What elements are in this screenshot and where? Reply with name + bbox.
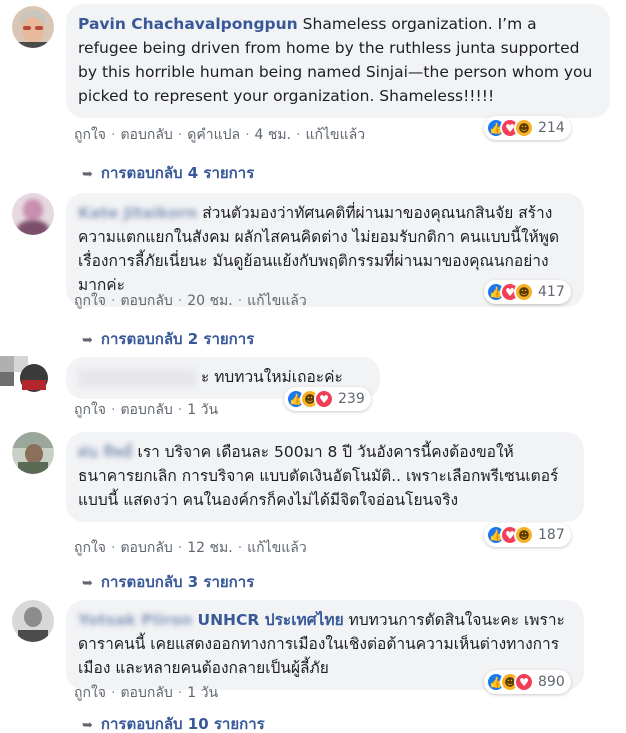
reply-link[interactable]: ตอบกลับ xyxy=(120,293,172,309)
comment-actions: ถูกใจ · ตอบกลับ · 12 ชม. · แก้ไขแล้ว xyxy=(74,540,307,556)
reaction-summary[interactable]: 👍 ♥ ☻ 417 xyxy=(484,280,571,304)
comment-actions: ถูกใจ · ตอบกลับ · ดูคำแปล · 4 ชม. · แก้ไขแล้ว xyxy=(74,127,366,143)
like-link[interactable]: ถูกใจ xyxy=(74,293,106,309)
timestamp[interactable]: 4 ชม. xyxy=(255,127,292,143)
like-link[interactable]: ถูกใจ xyxy=(74,402,106,418)
timestamp[interactable]: 12 ชม. xyxy=(187,540,232,556)
tagged-page-link[interactable]: UNHCR ประเทศไทย xyxy=(198,611,344,629)
comment-author-redacted[interactable] xyxy=(78,368,196,387)
comment-actions: ถูกใจ · ตอบกลับ · 1 วัน xyxy=(74,685,219,701)
comment-author[interactable]: ฝน ทิพย์ xyxy=(78,443,133,461)
like-link[interactable]: ถูกใจ xyxy=(74,540,106,556)
reaction-count: 187 xyxy=(538,527,565,543)
comment-author[interactable]: Kate Jitaikorn xyxy=(78,204,197,222)
view-replies-link[interactable]: ➥ การตอบกลับ 2 รายการ xyxy=(82,327,254,351)
view-replies-link[interactable]: ➥ การตอบกลับ 3 รายการ xyxy=(82,570,254,594)
see-translation-link[interactable]: ดูคำแปล xyxy=(187,127,240,143)
view-replies-link[interactable]: ➥ การตอบกลับ 10 รายการ xyxy=(82,712,265,733)
replies-label: การตอบกลับ 2 รายการ xyxy=(100,330,255,348)
replies-label: การตอบกลับ 4 รายการ xyxy=(100,164,255,182)
edited-label[interactable]: แก้ไขแล้ว xyxy=(247,293,307,309)
reaction-summary[interactable]: 👍 ☻ ♥ 890 xyxy=(484,670,571,694)
avatar[interactable] xyxy=(12,432,54,474)
comment-author[interactable]: Pavin Chachavalpongpun xyxy=(78,15,298,33)
reply-arrow-icon: ➥ xyxy=(82,718,93,733)
comment-actions: ถูกใจ · ตอบกลับ · 20 ชม. · แก้ไขแล้ว xyxy=(74,293,307,309)
replies-label: การตอบกลับ 3 รายการ xyxy=(100,573,255,591)
haha-icon: ☻ xyxy=(514,525,534,545)
reply-arrow-icon: ➥ xyxy=(82,576,93,591)
timestamp[interactable]: 1 วัน xyxy=(187,402,218,418)
reply-arrow-icon: ➥ xyxy=(82,333,93,348)
comment-bubble: Pavin Chachavalpongpun Shameless organiz… xyxy=(66,4,610,118)
reaction-count: 214 xyxy=(538,120,565,136)
reaction-summary[interactable]: 👍 ☻ ♥ 239 xyxy=(284,387,371,411)
edited-label[interactable]: แก้ไขแล้ว xyxy=(306,127,366,143)
reply-link[interactable]: ตอบกลับ xyxy=(120,685,172,701)
reaction-count: 890 xyxy=(538,674,565,690)
comment-text: ะ ทบทวนใหม่เถอะค่ะ xyxy=(200,368,343,386)
reply-link[interactable]: ตอบกลับ xyxy=(120,540,172,556)
haha-icon: ☻ xyxy=(514,282,534,302)
reaction-summary[interactable]: 👍 ♥ ☻ 187 xyxy=(484,523,571,547)
avatar[interactable] xyxy=(12,6,54,48)
love-icon: ♥ xyxy=(314,389,334,409)
reply-link[interactable]: ตอบกลับ xyxy=(120,127,172,143)
avatar[interactable] xyxy=(0,352,54,396)
edited-label[interactable]: แก้ไขแล้ว xyxy=(247,540,307,556)
reaction-count: 239 xyxy=(338,391,365,407)
avatar[interactable] xyxy=(12,193,54,235)
view-replies-link[interactable]: ➥ การตอบกลับ 4 รายการ xyxy=(82,161,254,185)
like-link[interactable]: ถูกใจ xyxy=(74,127,106,143)
comment-text: เรา บริจาค เดือนละ 500มา 8 ปี วันอังคารน… xyxy=(78,443,559,509)
comment-actions: ถูกใจ · ตอบกลับ · 1 วัน xyxy=(74,402,219,418)
love-icon: ♥ xyxy=(514,672,534,692)
haha-icon: ☻ xyxy=(514,118,534,138)
comment-bubble: ฝน ทิพย์ เรา บริจาค เดือนละ 500มา 8 ปี ว… xyxy=(66,432,584,522)
reaction-summary[interactable]: 👍 ♥ ☻ 214 xyxy=(484,116,571,140)
comment-author[interactable]: Yotsak Piiron xyxy=(78,611,193,629)
timestamp[interactable]: 20 ชม. xyxy=(187,293,232,309)
reply-link[interactable]: ตอบกลับ xyxy=(120,402,172,418)
replies-label: การตอบกลับ 10 รายการ xyxy=(100,715,265,733)
reaction-count: 417 xyxy=(538,284,565,300)
reply-arrow-icon: ➥ xyxy=(82,167,93,182)
avatar[interactable] xyxy=(12,600,54,642)
timestamp[interactable]: 1 วัน xyxy=(187,685,218,701)
like-link[interactable]: ถูกใจ xyxy=(74,685,106,701)
